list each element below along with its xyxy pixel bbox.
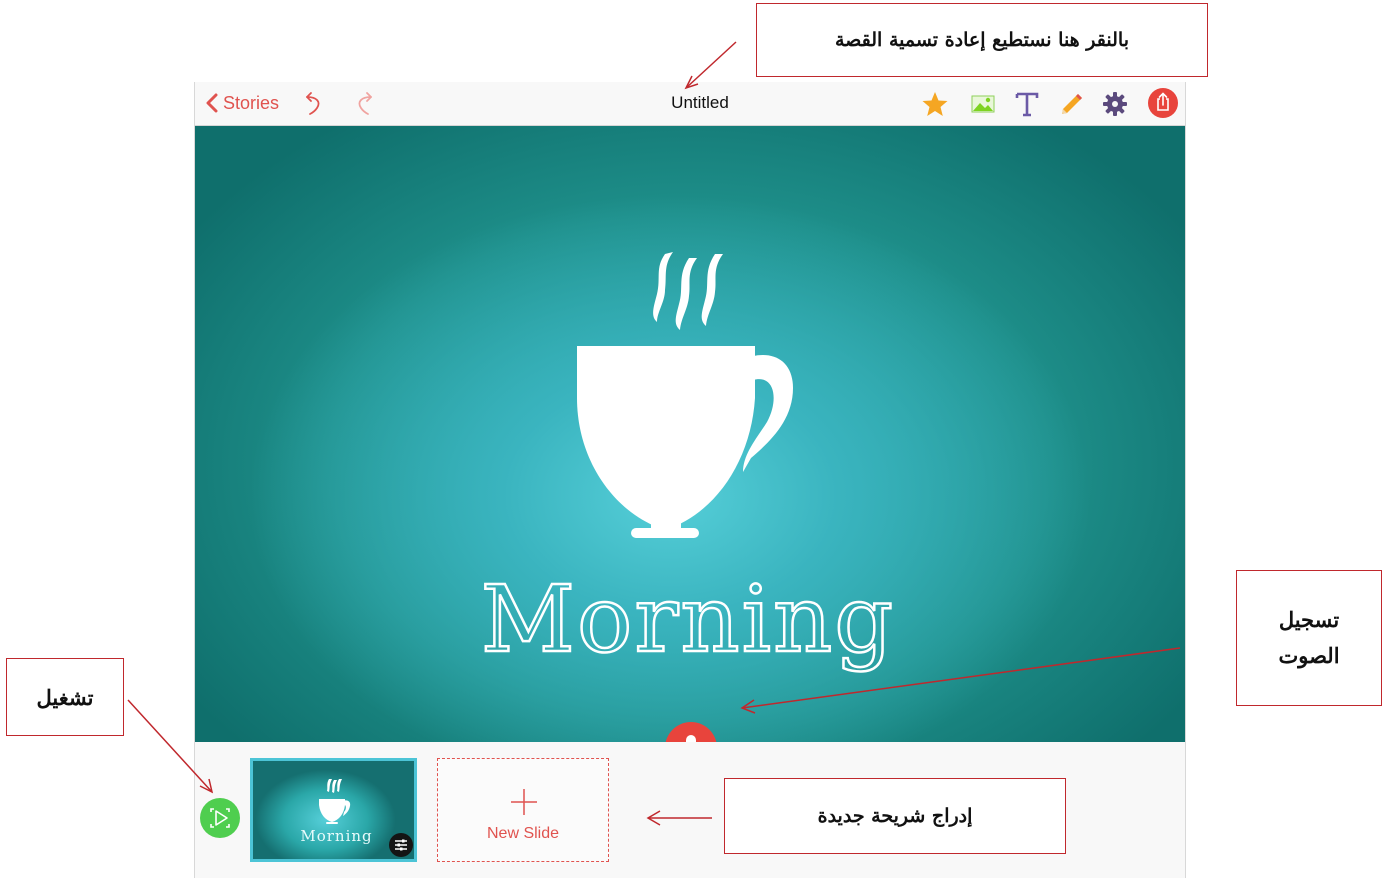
undo-icon[interactable] (303, 90, 325, 116)
slide-artwork: Morning (480, 252, 895, 674)
plus-icon (511, 789, 537, 815)
rename-callout: بالنقر هنا نستطيع إعادة تسمية القصة (756, 3, 1208, 77)
chevron-left-icon (206, 93, 218, 113)
back-to-stories-button[interactable]: Stories (205, 91, 279, 115)
new-slide-callout: إدراج شريحة جديدة (724, 778, 1066, 854)
record-audio-callout: تسجيل الصوت (1236, 570, 1382, 706)
new-slide-label: New Slide (486, 825, 560, 842)
slide-title-text: Morning (481, 566, 895, 673)
redo-icon[interactable] (353, 90, 375, 116)
star-icon[interactable] (921, 90, 949, 118)
thumbnail-cup-icon (319, 779, 351, 824)
top-toolbar: Stories Untitled (195, 82, 1185, 126)
app-window: Stories Untitled Morning Morning New Sli… (194, 82, 1186, 878)
gear-icon[interactable] (1101, 90, 1129, 118)
pencil-icon[interactable] (1057, 90, 1085, 118)
share-icon[interactable] (1147, 87, 1179, 119)
slide-canvas[interactable]: Morning (195, 126, 1185, 742)
sliders-icon (395, 839, 407, 851)
play-icon (210, 808, 230, 828)
new-slide-callout-text: إدراج شريحة جديدة (817, 805, 973, 827)
coffee-cup-icon (577, 252, 793, 538)
new-slide-button[interactable]: New Slide (437, 758, 609, 862)
slide-thumbnail[interactable]: Morning (250, 758, 417, 862)
record-audio-button[interactable] (665, 722, 717, 742)
record-callout-line1: تسجيل (1278, 607, 1340, 633)
play-callout: تشغيل (6, 658, 124, 736)
microphone-icon (686, 735, 696, 742)
image-icon[interactable] (969, 90, 997, 118)
play-button[interactable] (200, 798, 240, 838)
record-callout-line2: الصوت (1278, 643, 1340, 668)
rename-callout-text: بالنقر هنا نستطيع إعادة تسمية القصة (834, 29, 1130, 51)
slide-settings-button[interactable] (389, 833, 413, 857)
back-label: Stories (223, 92, 280, 113)
story-title[interactable]: Untitled (595, 93, 805, 113)
play-callout-text: تشغيل (36, 684, 94, 710)
text-icon[interactable] (1013, 90, 1041, 118)
